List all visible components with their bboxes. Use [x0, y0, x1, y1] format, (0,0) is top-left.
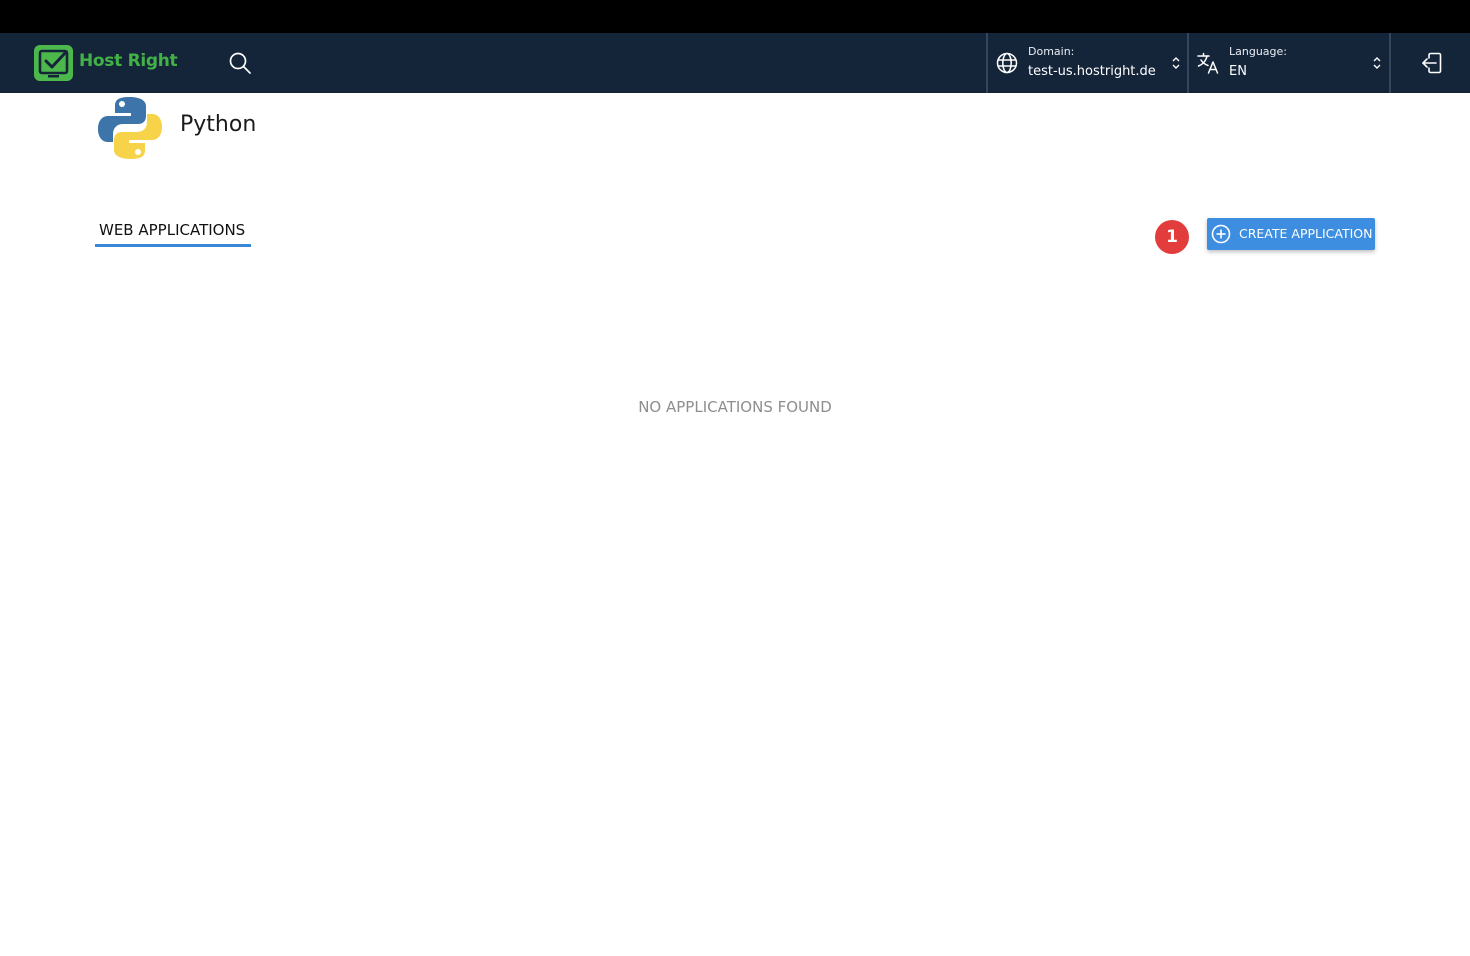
domain-label: Domain:: [1028, 45, 1075, 58]
python-logo: [98, 97, 162, 159]
domain-selector[interactable]: Domain: test-us.hostright.de: [986, 33, 1188, 93]
globe-icon: [994, 50, 1020, 76]
search-icon: [229, 52, 251, 74]
page-title: Python: [180, 112, 257, 137]
translate-icon: [1195, 50, 1221, 76]
tab-web-applications[interactable]: WEB APPLICATIONS: [95, 221, 251, 247]
chevron-up-down-icon: [1172, 57, 1180, 69]
plus-circle-icon: [1211, 224, 1231, 244]
top-black-strip: [0, 0, 1470, 33]
language-value: EN: [1229, 64, 1247, 79]
brand-name[interactable]: Host Right: [79, 51, 178, 71]
host-right-logo-icon[interactable]: [34, 45, 73, 81]
chevron-up-down-icon: [1373, 57, 1381, 69]
create-application-button[interactable]: CREATE APPLICATION: [1207, 218, 1375, 250]
tab-label: WEB APPLICATIONS: [99, 221, 246, 239]
logout-button[interactable]: [1389, 33, 1470, 93]
notification-badge: 1: [1155, 220, 1189, 254]
language-label: Language:: [1229, 45, 1287, 58]
domain-value: test-us.hostright.de: [1028, 64, 1156, 79]
empty-state-message: NO APPLICATIONS FOUND: [638, 398, 832, 416]
tab-active-underline: [95, 244, 251, 247]
create-application-label: CREATE APPLICATION: [1239, 226, 1373, 241]
logout-icon: [1421, 52, 1441, 74]
top-navbar: Host Right Domain: test-us.hostright.de: [0, 33, 1470, 93]
language-selector[interactable]: Language: EN: [1187, 33, 1389, 93]
search-button[interactable]: [224, 47, 256, 79]
